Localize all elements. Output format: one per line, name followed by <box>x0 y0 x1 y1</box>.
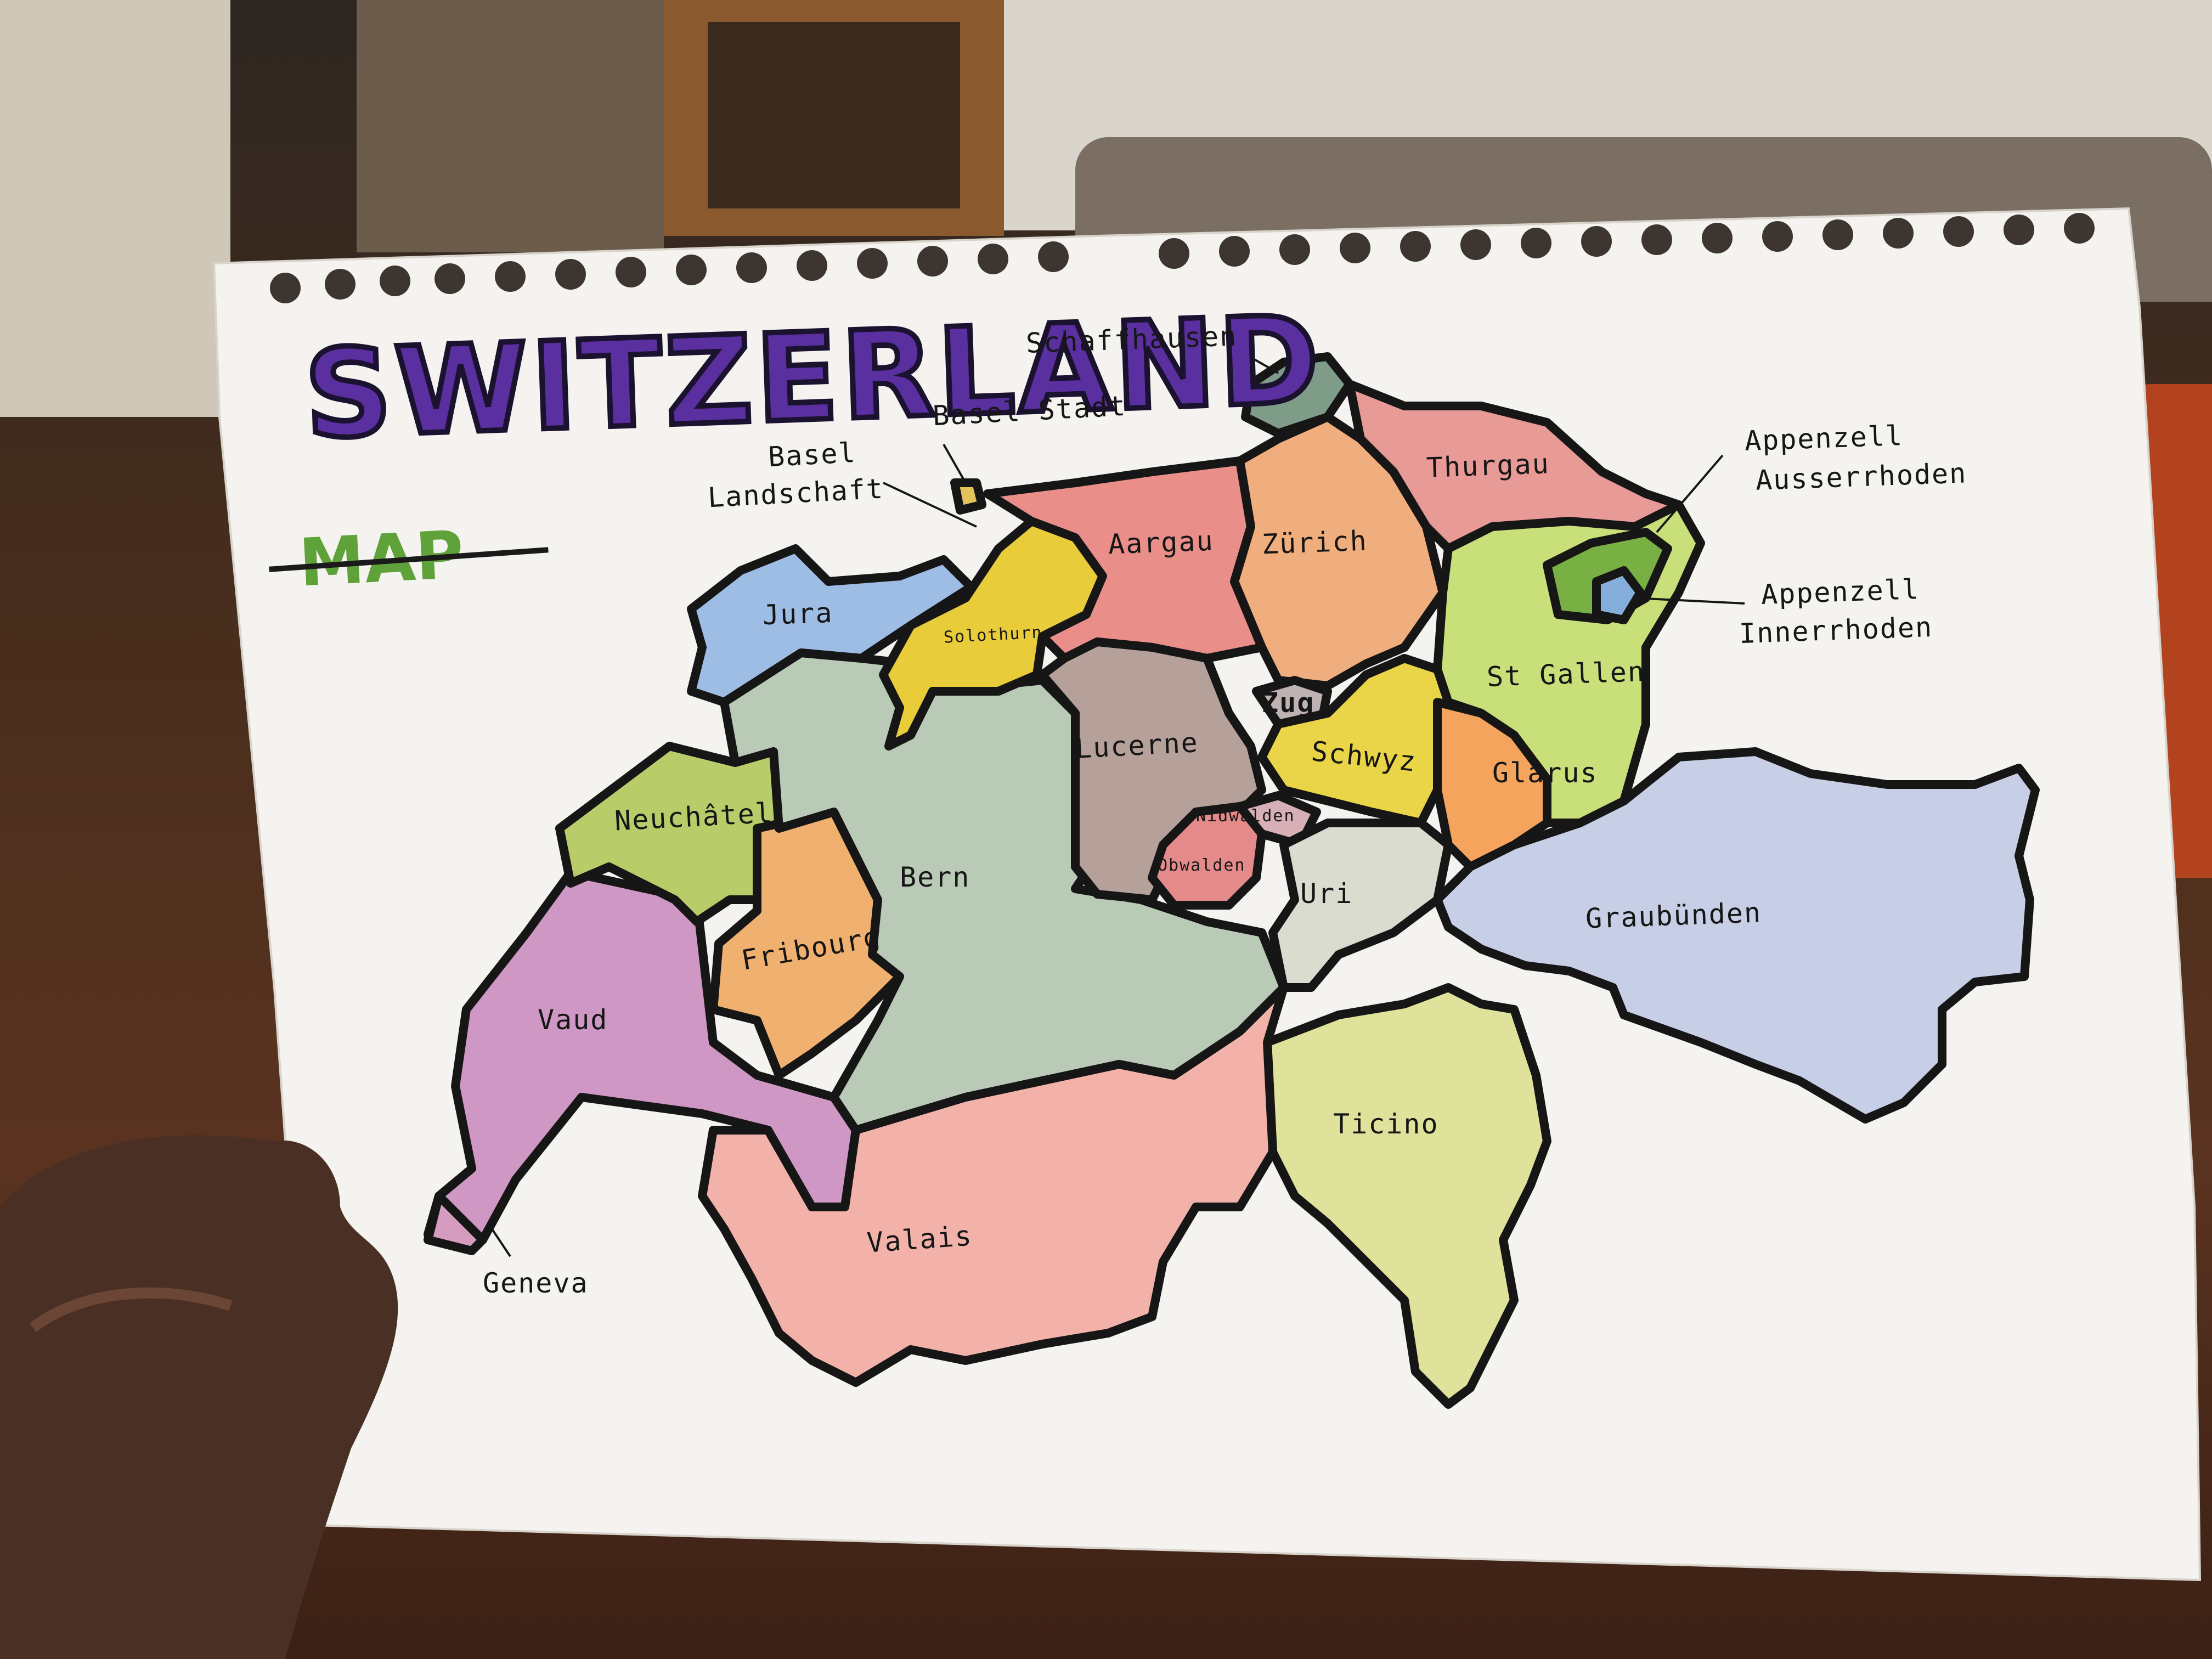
label-basel-landschaft-1: Basel <box>767 436 857 473</box>
label-vaud: Vaud <box>538 1004 608 1036</box>
label-obwalden: Obwalden <box>1158 856 1246 875</box>
label-appenzell-innerrhoden-1: Appenzell <box>1760 573 1920 611</box>
label-appenzell-innerrhoden-2: Innerrhoden <box>1739 611 1934 650</box>
label-appenzell-ausserrhoden-1: Appenzell <box>1744 419 1904 458</box>
canton-basel-stadt <box>950 478 986 515</box>
hand <box>0 1135 398 1659</box>
label-zurich: Zürich <box>1261 524 1368 561</box>
label-lucerne: Lucerne <box>1074 726 1200 765</box>
label-ticino: Ticino <box>1333 1108 1439 1140</box>
label-zug: Zug <box>1262 687 1315 719</box>
label-jura: Jura <box>762 596 834 631</box>
label-bern: Bern <box>900 861 970 893</box>
label-thurgau: Thurgau <box>1426 448 1550 484</box>
paper-sheet <box>0 207 2202 1659</box>
label-geneva: Geneva <box>483 1267 589 1299</box>
photo-scene: SWITZERLAND MAP Schaffhausen Basel-Stadt… <box>0 0 2212 1659</box>
label-uri: Uri <box>1300 878 1353 910</box>
label-glarus: Glarus <box>1492 757 1598 789</box>
label-nidwalden: Nidwalden <box>1196 806 1295 826</box>
label-aargau: Aargau <box>1108 524 1215 561</box>
label-st-gallen: St Gallen <box>1486 655 1646 693</box>
label-graubunden: Graubünden <box>1585 896 1762 935</box>
